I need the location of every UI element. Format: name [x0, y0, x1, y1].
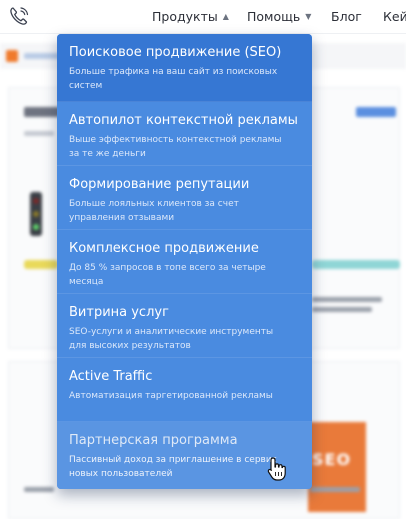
- products-dropdown-menu: Поисковое продвижение (SEO) Больше трафи…: [57, 34, 312, 489]
- menu-item-description: Больше лояльных клиентов за счет управле…: [69, 199, 239, 223]
- menu-item-reputation[interactable]: Формирование репутации Больше лояльных к…: [57, 166, 312, 230]
- menu-item-title: Формирование репутации: [69, 177, 250, 192]
- menu-item-description: SEO-услуги и аналитические инструменты д…: [69, 327, 274, 351]
- nav-item-cases[interactable]: Кей: [383, 9, 406, 24]
- menu-item-description: Выше эффективность контекстной рекламы з…: [69, 135, 282, 159]
- chevron-down-icon: ▼: [305, 12, 312, 21]
- menu-item-description: Автоматизация таргетированной рекламы: [69, 391, 273, 401]
- seo-illustration: SEO: [308, 422, 366, 512]
- menu-item-description: Пассивный доход за приглашение в сервис …: [69, 455, 277, 479]
- chevron-up-icon: ▲: [222, 12, 229, 21]
- menu-item-services-showcase[interactable]: Витрина услуг SEO-услуги и аналитические…: [57, 294, 312, 358]
- menu-item-title: Автопилот контекстной рекламы: [69, 113, 298, 128]
- traffic-light-illustration: [30, 192, 42, 236]
- menu-item-title: Партнерская программа: [69, 433, 238, 448]
- seo-illustration-label: SEO: [312, 450, 352, 469]
- menu-item-seo[interactable]: Поисковое продвижение (SEO) Больше трафи…: [57, 34, 312, 102]
- menu-item-description: Больше трафика на ваш сайт из поисковых …: [69, 67, 278, 91]
- nav-item-label: Помощь: [247, 9, 301, 24]
- menu-item-description: До 85 % запросов в топе всего за четыре …: [69, 263, 266, 287]
- menu-item-title: Active Traffic: [69, 369, 153, 384]
- nav-item-label: Кей: [383, 9, 406, 24]
- menu-item-title: Комплексное продвижение: [69, 241, 259, 256]
- menu-item-title: Витрина услуг: [69, 305, 169, 320]
- nav-item-products[interactable]: Продукты ▲: [152, 9, 229, 24]
- nav-item-blog[interactable]: Блог: [331, 9, 362, 24]
- nav-item-help[interactable]: Помощь ▼: [247, 9, 311, 24]
- hand-pointer-cursor-icon: [267, 457, 286, 481]
- nav-item-label: Продукты: [152, 9, 218, 24]
- menu-item-ppc-autopilot[interactable]: Автопилот контекстной рекламы Выше эффек…: [57, 102, 312, 166]
- menu-item-title: Поисковое продвижение (SEO): [69, 45, 282, 60]
- phone-icon[interactable]: [8, 5, 32, 27]
- menu-item-active-traffic[interactable]: Active Traffic Автоматизация таргетирова…: [57, 358, 312, 422]
- menu-item-complex-promotion[interactable]: Комплексное продвижение До 85 % запросов…: [57, 230, 312, 294]
- nav-item-label: Блог: [331, 9, 362, 24]
- top-navigation-bar: Продукты ▲ Помощь ▼ Блог Кей: [0, 0, 406, 34]
